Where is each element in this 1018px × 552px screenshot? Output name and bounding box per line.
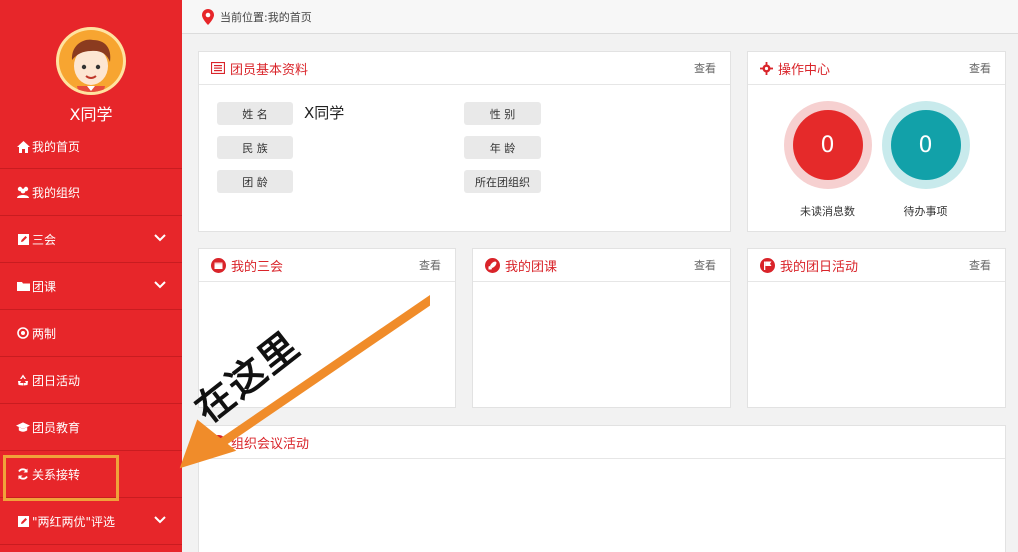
graduation-cap-icon (16, 420, 30, 434)
unread-messages[interactable]: 0 未读消息数 (783, 101, 872, 219)
edit-icon (16, 514, 30, 528)
tuanke-panel: 我的团课 查看 (472, 248, 731, 408)
avatar[interactable] (56, 27, 126, 95)
sidebar-item-organization[interactable]: 我的组织 (0, 169, 182, 216)
profile: X同学 (0, 0, 182, 125)
chevron-down-icon[interactable] (154, 516, 166, 524)
sidebar-item-label: 两制 (32, 326, 57, 341)
sidebar-menu: 我的首页 我的组织 三会 团课 两制 团日活动 团员教育 关系接转 "两红两优"… (0, 125, 182, 545)
todo-items[interactable]: 0 待办事项 (881, 101, 970, 219)
panel-header: 我的团日活动 查看 (748, 249, 1005, 282)
breadcrumb: 当前位置:我的首页 (182, 0, 1018, 34)
panel-title: 组织会议活动 (231, 436, 310, 452)
ops-center-panel: 操作中心 查看 0 未读消息数 0 待办事项 (747, 51, 1006, 232)
recycle-icon (16, 373, 30, 387)
refresh-icon (16, 467, 30, 481)
meeting-panel: 组织会议活动 (198, 425, 1006, 552)
flag-icon (760, 257, 775, 273)
sidebar-item-label: 关系接转 (32, 467, 81, 482)
location-pin-icon (202, 8, 214, 25)
panel-header: 组织会议活动 (199, 426, 1005, 459)
field-label-league-age: 团 龄 (217, 170, 293, 193)
chevron-down-icon[interactable] (154, 234, 166, 242)
field-label-organization: 所在团组织 (464, 170, 541, 193)
basic-info-grid: 姓 名 X同学 性 别 民 族 年 龄 团 龄 所在团组织 (199, 85, 730, 232)
sidebar-item-label: "两红两优"评选 (32, 514, 116, 529)
sidebar-item-label: 我的首页 (32, 140, 81, 154)
todo-label: 待办事项 (903, 205, 948, 218)
meeting-icon (211, 434, 226, 450)
todo-count: 0 (890, 110, 961, 180)
field-value-name: X同学 (304, 104, 345, 122)
field-label-name: 姓 名 (217, 102, 293, 125)
sidebar-item-label: 团日活动 (32, 373, 81, 388)
field-label-age: 年 龄 (464, 136, 541, 159)
sidebar-item-sanhui[interactable]: 三会 (0, 216, 182, 263)
gear-icon (760, 61, 773, 75)
unread-count: 0 (792, 110, 863, 180)
home-icon (16, 140, 30, 154)
todo-ring: 0 (881, 101, 970, 189)
panel-header: 操作中心 查看 (748, 52, 1005, 85)
view-more-link[interactable]: 查看 (694, 257, 716, 273)
panel-header: 我的团课 查看 (473, 249, 730, 282)
chevron-down-icon[interactable] (154, 281, 166, 289)
view-more-link[interactable]: 查看 (419, 257, 441, 273)
panel-title: 团员基本资料 (230, 62, 309, 78)
group-icon (16, 185, 30, 199)
sidebar-item-label: 我的组织 (32, 185, 81, 200)
field-label-ethnicity: 民 族 (217, 136, 293, 159)
panel-header: 团员基本资料 查看 (199, 52, 730, 85)
sidebar-item-home[interactable]: 我的首页 (0, 125, 182, 169)
sidebar: X同学 我的首页 我的组织 三会 团课 两制 团日活动 团员教育 关系接转 "两… (0, 0, 182, 552)
view-more-link[interactable]: 查看 (969, 60, 991, 76)
panel-title: 我的团课 (505, 259, 558, 275)
folder-icon (16, 279, 30, 293)
basic-info-panel: 团员基本资料 查看 姓 名 X同学 性 别 民 族 年 龄 团 龄 所在团组织 (198, 51, 731, 232)
list-icon (211, 62, 225, 74)
view-more-link[interactable]: 查看 (969, 257, 991, 273)
profile-name: X同学 (69, 105, 113, 124)
avatar-icon (71, 39, 111, 92)
sidebar-item-tuanke[interactable]: 团课 (0, 263, 182, 310)
sidebar-item-liangzhi[interactable]: 两制 (0, 310, 182, 357)
sidebar-item-selection[interactable]: "两红两优"评选 (0, 498, 182, 545)
sidebar-item-tuanri[interactable]: 团日活动 (0, 357, 182, 404)
breadcrumb-text: 当前位置:我的首页 (220, 10, 312, 24)
ops-items: 0 未读消息数 0 待办事项 (748, 85, 1005, 219)
view-more-link[interactable]: 查看 (694, 60, 716, 76)
sidebar-item-transfer[interactable]: 关系接转 (0, 451, 182, 498)
panel-title: 我的三会 (231, 259, 284, 275)
calendar-icon (211, 257, 226, 273)
unread-label: 未读消息数 (800, 205, 855, 218)
tuanri-panel: 我的团日活动 查看 (747, 248, 1006, 408)
sidebar-item-label: 三会 (32, 232, 57, 247)
panel-header: 我的三会 查看 (199, 249, 455, 282)
sidebar-item-label: 团课 (32, 279, 57, 294)
target-icon (16, 326, 30, 340)
sidebar-item-education[interactable]: 团员教育 (0, 404, 182, 451)
edit-icon (16, 232, 30, 246)
panel-title: 我的团日活动 (780, 259, 859, 275)
unread-ring: 0 (783, 101, 872, 189)
sidebar-item-label: 团员教育 (32, 420, 81, 435)
field-label-gender: 性 别 (464, 102, 541, 125)
panel-title: 操作中心 (778, 62, 831, 78)
rocket-icon (485, 257, 500, 273)
